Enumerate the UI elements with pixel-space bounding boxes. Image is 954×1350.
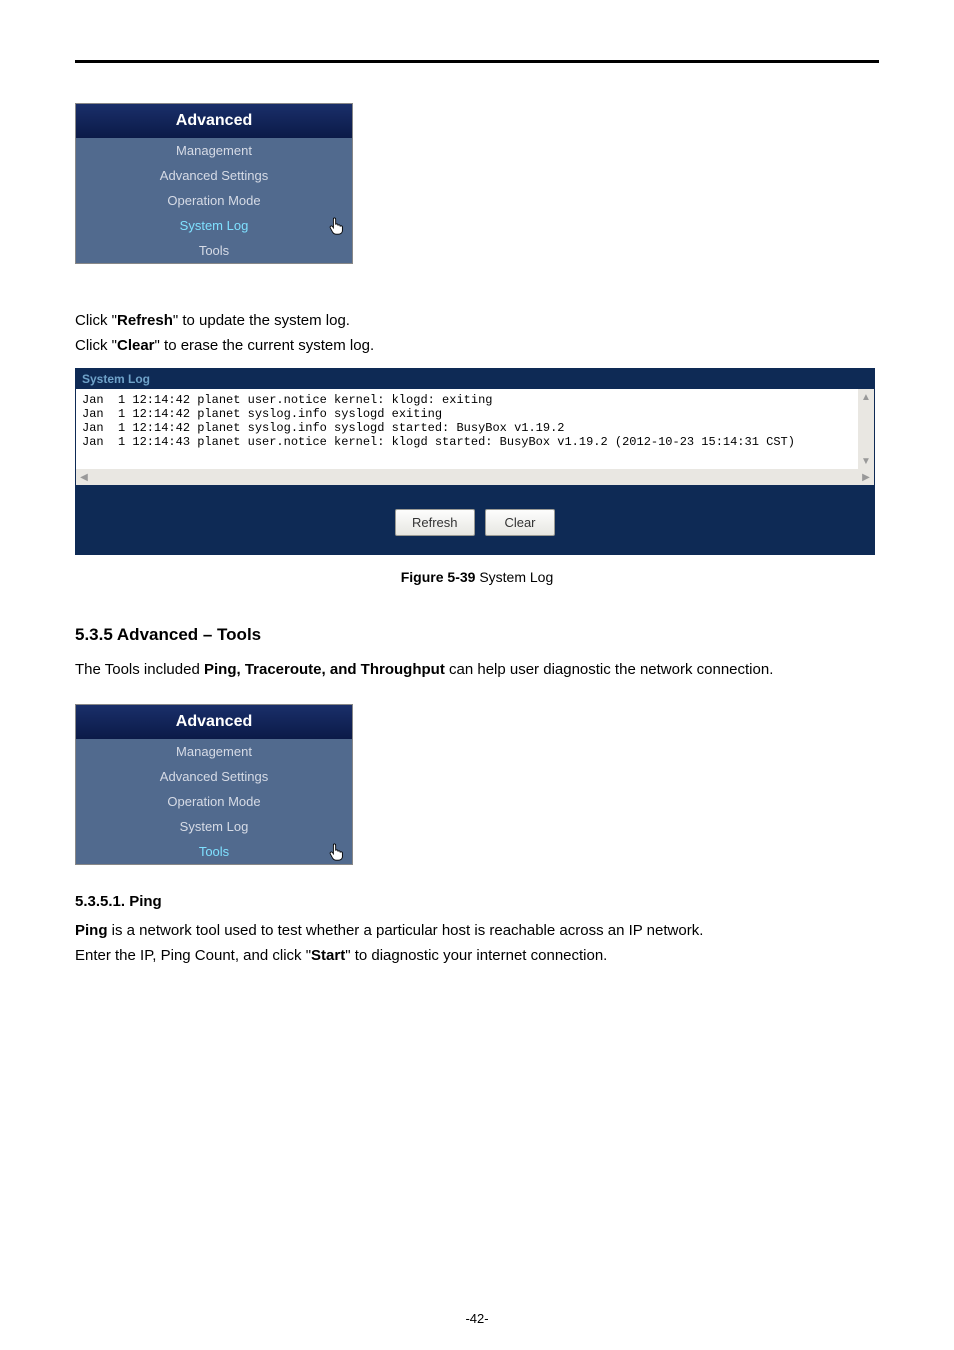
advanced-menu-2: Advanced Management Advanced Settings Op… bbox=[75, 704, 353, 865]
menu-item-label: Tools bbox=[199, 243, 229, 258]
menu-item-advanced-settings[interactable]: Advanced Settings bbox=[76, 764, 352, 789]
scroll-down-icon[interactable]: ▼ bbox=[858, 453, 874, 469]
text: can help user diagnostic the network con… bbox=[445, 661, 774, 678]
text-bold: Refresh bbox=[117, 312, 173, 329]
refresh-button[interactable]: Refresh bbox=[395, 509, 475, 536]
figure-caption: Figure 5-39 System Log bbox=[75, 569, 879, 585]
page-number: -42- bbox=[0, 1311, 954, 1326]
menu-item-tools[interactable]: Tools bbox=[76, 839, 352, 864]
ping-enter-instruction: Enter the IP, Ping Count, and click "Sta… bbox=[75, 947, 879, 964]
text: The Tools included bbox=[75, 661, 204, 678]
section-title: Ping bbox=[125, 893, 162, 910]
section-5-3-5-heading: 5.3.5 Advanced – Tools bbox=[75, 625, 879, 645]
advanced-menu-1: Advanced Management Advanced Settings Op… bbox=[75, 103, 353, 264]
menu-item-operation-mode[interactable]: Operation Mode bbox=[76, 188, 352, 213]
hand-cursor-icon bbox=[328, 216, 346, 236]
menu-item-system-log[interactable]: System Log bbox=[76, 814, 352, 839]
menu-item-advanced-settings[interactable]: Advanced Settings bbox=[76, 163, 352, 188]
clear-button[interactable]: Clear bbox=[485, 509, 555, 536]
text-bold: Ping, Traceroute, and Throughput bbox=[204, 661, 445, 678]
clear-instruction: Click "Clear" to erase the current syste… bbox=[75, 337, 879, 354]
menu-item-operation-mode[interactable]: Operation Mode bbox=[76, 789, 352, 814]
menu-item-label: Operation Mode bbox=[167, 794, 260, 809]
menu-item-management[interactable]: Management bbox=[76, 739, 352, 764]
page-top-rule bbox=[75, 60, 879, 63]
text: Click " bbox=[75, 337, 117, 354]
scroll-left-icon[interactable]: ◀ bbox=[76, 469, 92, 485]
menu-item-label: Management bbox=[176, 744, 252, 759]
tools-intro: The Tools included Ping, Traceroute, and… bbox=[75, 661, 879, 678]
menu-item-tools[interactable]: Tools bbox=[76, 238, 352, 263]
scroll-right-icon[interactable]: ▶ bbox=[858, 469, 874, 485]
menu-header: Advanced bbox=[76, 705, 352, 739]
menu-header: Advanced bbox=[76, 104, 352, 138]
menu-item-label: System Log bbox=[180, 218, 249, 233]
text: is a network tool used to test whether a… bbox=[108, 922, 704, 939]
menu-item-label: Advanced Settings bbox=[160, 168, 268, 183]
text-bold: Clear bbox=[117, 337, 155, 354]
system-log-title: System Log bbox=[76, 369, 874, 389]
section-5-3-5-1-heading: 5.3.5.1. Ping bbox=[75, 893, 879, 910]
menu-item-label: System Log bbox=[180, 819, 249, 834]
menu-item-label: Operation Mode bbox=[167, 193, 260, 208]
text: Click " bbox=[75, 312, 117, 329]
hand-cursor-icon bbox=[328, 842, 346, 862]
text: Enter the IP, Ping Count, and click " bbox=[75, 947, 311, 964]
caption-rest: System Log bbox=[475, 569, 553, 585]
horizontal-scrollbar[interactable]: ◀ ▶ bbox=[76, 469, 874, 485]
text-bold: Start bbox=[311, 947, 345, 964]
text-bold: Ping bbox=[75, 922, 108, 939]
caption-bold: Figure 5-39 bbox=[401, 569, 476, 585]
menu-item-label: Tools bbox=[199, 844, 229, 859]
refresh-instruction: Click "Refresh" to update the system log… bbox=[75, 312, 879, 329]
text: " to erase the current system log. bbox=[155, 337, 375, 354]
ping-description: Ping is a network tool used to test whet… bbox=[75, 922, 879, 939]
system-log-footer: Refresh Clear bbox=[76, 485, 874, 554]
scroll-up-icon[interactable]: ▲ bbox=[858, 389, 874, 405]
section-number: 5.3.5.1. bbox=[75, 893, 125, 910]
vertical-scrollbar[interactable]: ▲ ▼ bbox=[858, 389, 874, 469]
menu-item-management[interactable]: Management bbox=[76, 138, 352, 163]
system-log-panel: System Log Jan 1 12:14:42 planet user.no… bbox=[75, 368, 875, 555]
menu-item-label: Advanced Settings bbox=[160, 769, 268, 784]
section-number: 5.3.5 bbox=[75, 625, 113, 644]
text: " to diagnostic your internet connection… bbox=[345, 947, 607, 964]
menu-item-system-log[interactable]: System Log bbox=[76, 213, 352, 238]
system-log-text[interactable]: Jan 1 12:14:42 planet user.notice kernel… bbox=[76, 389, 858, 469]
section-title: Advanced – Tools bbox=[113, 625, 261, 644]
menu-item-label: Management bbox=[176, 143, 252, 158]
text: " to update the system log. bbox=[173, 312, 350, 329]
